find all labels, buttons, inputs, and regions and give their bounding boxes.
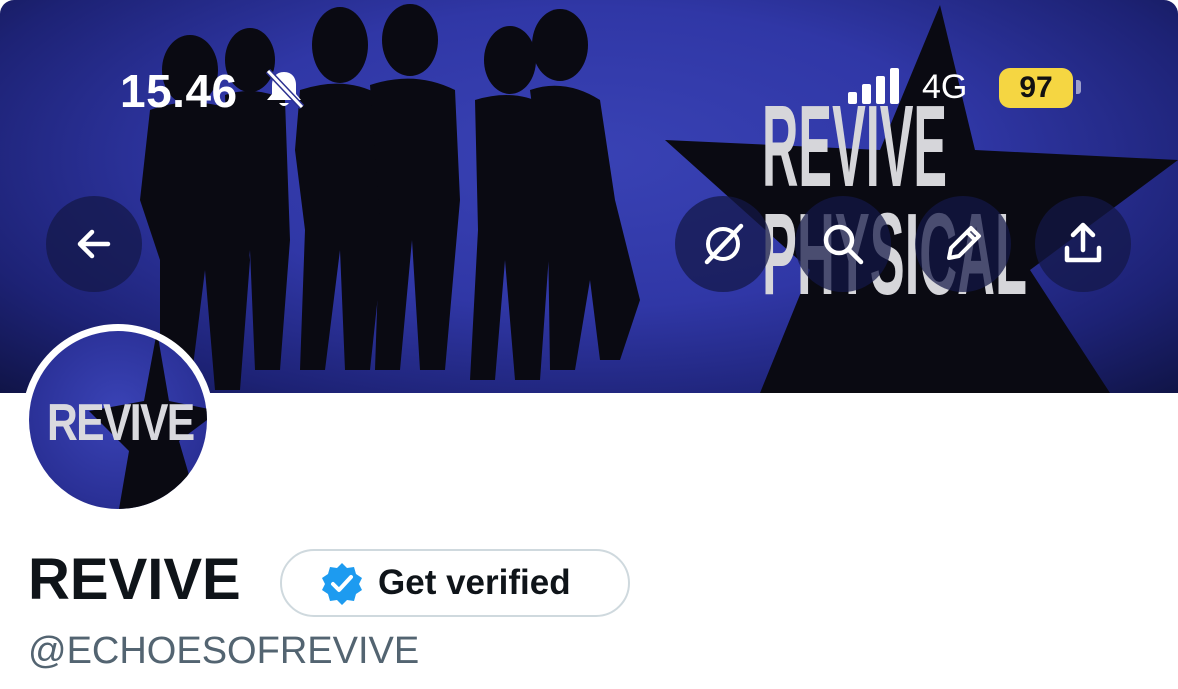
network-type: 4G [922, 68, 968, 106]
signal-icon [848, 68, 899, 104]
group-silhouettes [140, 4, 640, 390]
display-name: REVIVE [28, 547, 241, 612]
bell-muted-icon [265, 68, 305, 110]
edit-button[interactable] [915, 196, 1011, 292]
status-time: 15.46 [120, 65, 238, 117]
share-icon [1064, 222, 1102, 263]
get-verified-button[interactable]: Get verified [280, 549, 630, 617]
profile-avatar[interactable]: REVIVE [22, 324, 214, 516]
back-button[interactable] [46, 196, 142, 292]
user-handle: @ECHOESOFREVIVE [28, 630, 420, 672]
edit-pencil-icon [947, 226, 981, 260]
search-icon [823, 224, 864, 265]
get-verified-label: Get verified [378, 563, 571, 602]
grok-icon [704, 223, 744, 265]
battery-indicator: 97 [999, 68, 1073, 108]
avatar-wordmark: REVIVE [47, 394, 195, 452]
verified-badge-icon [322, 563, 362, 605]
avatar-image: REVIVE [29, 331, 207, 509]
grok-button[interactable] [675, 196, 771, 292]
battery-tip [1076, 80, 1081, 94]
share-button[interactable] [1035, 196, 1131, 292]
back-arrow-icon [77, 229, 111, 259]
search-button[interactable] [795, 196, 891, 292]
